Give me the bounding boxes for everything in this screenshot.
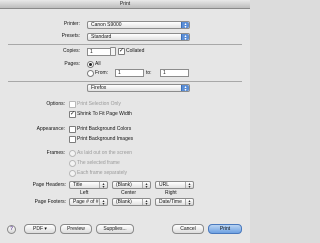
popup-arrows-icon: ▴ ▾ [142,182,150,189]
popup-arrows-icon: ▴ ▾ [99,199,107,206]
cancel-button[interactable]: Cancel [172,224,204,234]
frames-separately-radio[interactable] [69,170,76,177]
popup-arrows-icon: ▴ ▾ [181,85,189,92]
column-left-label: Left [80,190,89,196]
footer-center-value: (Blank) [116,199,132,205]
divider [8,81,242,82]
printer-value: Canon S9000 [91,22,122,28]
frames-selected-radio[interactable] [69,160,76,167]
header-center-select[interactable]: (Blank) ▴ ▾ [112,181,151,189]
title-bar: Print [0,0,250,9]
collated-checkbox[interactable] [118,47,125,55]
header-right-select[interactable]: URL ▴ ▾ [155,181,194,189]
frames-laid-out-radio[interactable] [69,150,76,157]
popup-arrows-icon: ▴ ▾ [142,199,150,206]
header-left-value: Title [73,182,83,188]
popup-arrows-icon: ▴ ▾ [181,34,189,41]
pages-from-label: From: [95,70,109,76]
print-selection-only-label: Print Selection Only [77,101,121,107]
print-dialog: Print Printer: Canon S9000 ▴ ▾ Presets: S… [0,0,250,243]
footer-left-select[interactable]: Page # of # ▴ ▾ [69,198,108,206]
print-selection-only-checkbox[interactable] [69,101,76,108]
preview-button[interactable]: Preview [60,224,92,234]
panel-select[interactable]: Firefox ▴ ▾ [87,84,190,92]
presets-select[interactable]: Standard ▴ ▾ [87,33,190,41]
footer-right-value: Date/Time [159,199,182,205]
footer-right-select[interactable]: Date/Time ▴ ▾ [155,198,194,206]
print-button[interactable]: Print [208,224,242,234]
printer-select[interactable]: Canon S9000 ▴ ▾ [87,21,190,29]
popup-arrows-icon: ▴ ▾ [99,182,107,189]
divider [8,44,242,45]
footer-center-select[interactable]: (Blank) ▴ ▾ [112,198,151,206]
column-center-label: Center [121,190,137,196]
bg-images-label: Print Background Images [77,136,134,142]
pages-from-radio[interactable] [87,70,94,77]
column-right-label: Right [165,190,177,196]
header-center-value: (Blank) [116,182,132,188]
help-button[interactable]: ? [7,225,16,234]
presets-value: Standard [91,34,112,40]
frames-laid-out-label: As laid out on the screen [77,150,133,156]
frames-selected-label: The selected frame [77,160,120,166]
frames-separately-label: Each frame separately [77,170,128,176]
page-headers-label: Page Headers: [32,182,66,188]
pages-to-label: to: [146,70,152,76]
collated-label: Collated [126,48,145,54]
presets-label: Presets: [61,33,80,39]
panel-value: Firefox [91,85,107,91]
appearance-label: Appearance: [36,126,65,132]
copies-label: Copies: [63,48,80,54]
window-title: Print [119,1,131,7]
bg-colors-checkbox[interactable] [69,126,76,133]
pdf-button[interactable]: PDF ▾ [24,224,56,234]
supplies-button[interactable]: Supplies... [96,224,134,234]
header-right-value: URL [159,182,170,188]
copies-stepper[interactable] [110,47,116,56]
popup-arrows-icon: ▴ ▾ [185,182,193,189]
shrink-to-fit-checkbox[interactable] [69,110,76,118]
bg-colors-label: Print Background Colors [77,126,132,132]
printer-label: Printer: [63,21,80,27]
copies-field[interactable]: 1 [87,48,111,56]
bg-images-checkbox[interactable] [69,136,76,143]
page-footers-label: Page Footers: [34,199,66,205]
pages-to-field[interactable]: 1 [160,69,189,77]
pages-all-radio[interactable] [87,61,94,68]
popup-arrows-icon: ▴ ▾ [185,199,193,206]
shrink-to-fit-label: Shrink To Fit Page Width [77,111,132,117]
pages-label: Pages: [64,61,80,67]
options-label: Options: [46,101,65,107]
footer-left-value: Page # of # [73,199,99,205]
pages-all-label: All [95,61,101,67]
pages-from-field[interactable]: 1 [115,69,144,77]
frames-label: Frames: [46,150,65,156]
header-left-select[interactable]: Title ▴ ▾ [69,181,108,189]
popup-arrows-icon: ▴ ▾ [181,22,189,29]
